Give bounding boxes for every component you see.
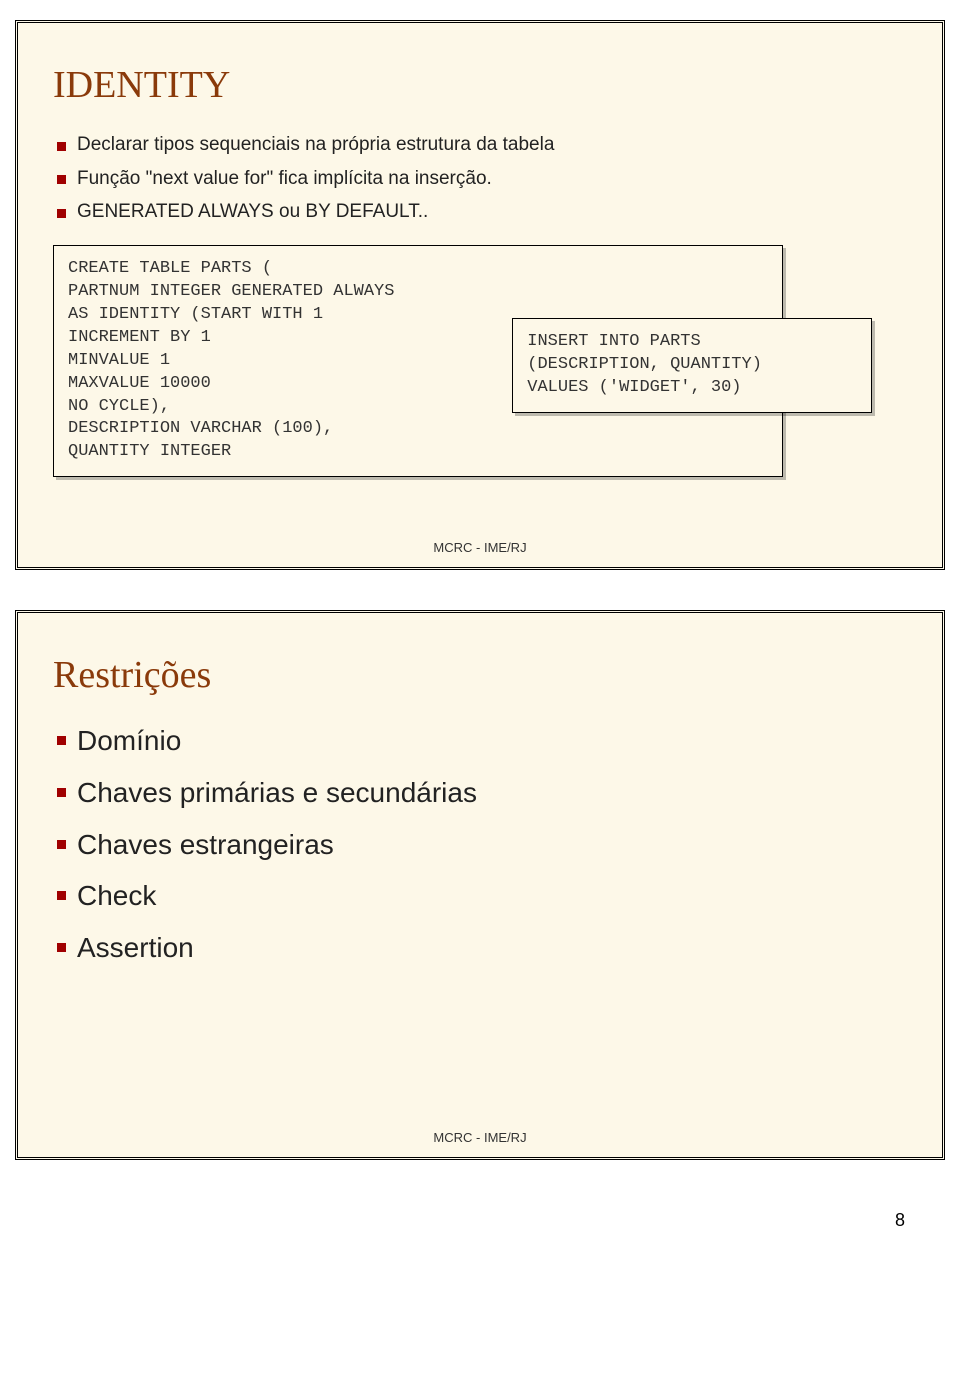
bullet-item: Chaves estrangeiras [53, 826, 907, 864]
slide-restricoes: Restrições Domínio Chaves primárias e se… [15, 610, 945, 1160]
bullet-item: Chaves primárias e secundárias [53, 774, 907, 812]
code-create-table: CREATE TABLE PARTS ( PARTNUM INTEGER GEN… [53, 245, 783, 477]
bullet-list: Domínio Chaves primárias e secundárias C… [53, 722, 907, 967]
slide-identity: IDENTITY Declarar tipos sequenciais na p… [15, 20, 945, 570]
code-line: VALUES ('WIDGET', 30) [527, 377, 857, 400]
bullet-item: Check [53, 877, 907, 915]
bullet-list: Declarar tipos sequenciais na própria es… [53, 132, 907, 225]
slide-title: IDENTITY [53, 63, 907, 107]
code-insert: INSERT INTO PARTS (DESCRIPTION, QUANTITY… [512, 318, 872, 413]
page-number: 8 [15, 1200, 945, 1231]
code-line: PARTNUM INTEGER GENERATED ALWAYS [68, 281, 768, 304]
code-line: INSERT INTO PARTS [527, 331, 857, 354]
code-line: CREATE TABLE PARTS ( [68, 258, 768, 281]
slide-footer: MCRC - IME/RJ [18, 1130, 942, 1145]
code-line: DESCRIPTION VARCHAR (100), [68, 418, 768, 441]
bullet-item: Declarar tipos sequenciais na própria es… [53, 132, 907, 158]
bullet-item: GENERATED ALWAYS ou BY DEFAULT.. [53, 199, 907, 225]
slide-title: Restrições [53, 653, 907, 697]
bullet-item: Domínio [53, 722, 907, 760]
slide-footer: MCRC - IME/RJ [18, 540, 942, 555]
bullet-item: Função "next value for" fica implícita n… [53, 166, 907, 192]
code-line: QUANTITY INTEGER [68, 441, 768, 464]
code-line: (DESCRIPTION, QUANTITY) [527, 354, 857, 377]
bullet-item: Assertion [53, 929, 907, 967]
